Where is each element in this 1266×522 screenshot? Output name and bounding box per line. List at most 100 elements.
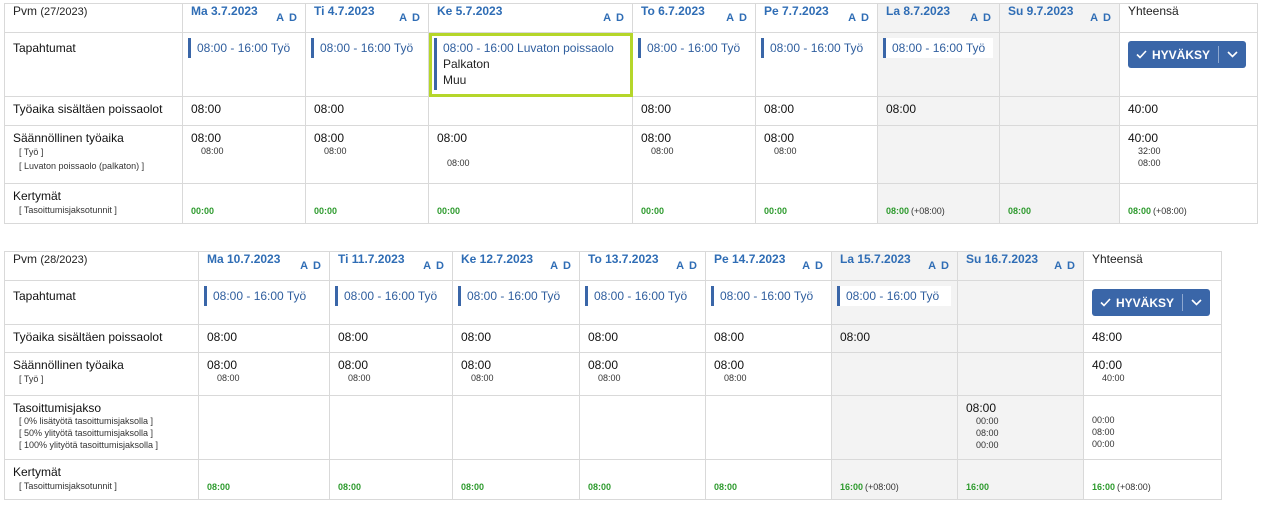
day-link[interactable]: Su 9.7.2023: [1000, 4, 1073, 18]
event-item[interactable]: 08:00 - 16:00 Työ: [458, 286, 573, 306]
d-button[interactable]: D: [616, 12, 624, 24]
d-button[interactable]: D: [861, 12, 869, 24]
d-button[interactable]: D: [563, 260, 571, 272]
value-cell: 08:00: [338, 358, 369, 372]
day-link[interactable]: Ke 12.7.2023: [453, 252, 533, 266]
a-button[interactable]: A: [970, 12, 978, 24]
sub-value: 08:00: [201, 146, 224, 156]
event-item[interactable]: 08:00 - 16:00 Työ: [638, 38, 749, 58]
day-link[interactable]: Su 16.7.2023: [958, 252, 1038, 266]
kertyma-value: 00:00: [437, 206, 461, 216]
approve-label: HYVÄKSY: [1152, 47, 1211, 62]
sub-value: 00:00: [976, 416, 999, 426]
week-28-table: Pvm (28/2023) Ma 10.7.2023 A D Ti 11.7.202…: [4, 251, 1222, 500]
event-item[interactable]: 08:00 - 16:00 Työ: [188, 38, 299, 58]
a-button[interactable]: A: [423, 260, 431, 272]
event-item[interactable]: 08:00 - 16:00 Työ: [585, 286, 699, 306]
event-item[interactable]: 08:00 - 16:00 Työ: [711, 286, 825, 306]
a-button[interactable]: A: [1090, 12, 1098, 24]
selected-day-cell[interactable]: 08:00 - 16:00 Luvaton poissaolo Palkaton M…: [428, 32, 633, 97]
event-item[interactable]: 08:00 - 16:00 Työ: [204, 286, 323, 306]
row-label: Säännöllinen työaika: [13, 358, 124, 372]
value-cell: 08:00: [314, 102, 345, 116]
kertyma-value: 16:00: [840, 482, 864, 492]
day-link[interactable]: Pe 14.7.2023: [706, 252, 785, 266]
sub-value: 08:00: [724, 373, 747, 383]
day-link[interactable]: Ma 10.7.2023: [199, 252, 280, 266]
week-27-table: Pvm (27/2023) Ma 3.7.2023 A D Ti 4.7.2023 A…: [4, 3, 1258, 224]
event-item[interactable]: 08:00 - 16:00 Työ: [761, 38, 871, 58]
tyoaika-row: Työaika sisältäen poissaolot 08:00 08:00…: [4, 324, 1222, 353]
day-link[interactable]: To 13.7.2023: [580, 252, 659, 266]
a-button[interactable]: A: [1054, 260, 1062, 272]
a-button[interactable]: A: [603, 12, 611, 24]
event-item[interactable]: 08:00 - 16:00 Työ: [335, 286, 446, 306]
value-cell: 08:00: [641, 131, 672, 145]
d-button[interactable]: D: [689, 260, 697, 272]
kertymat-row: Kertymät [ Tasoittumisjaksotunnit ] 08:00…: [4, 459, 1222, 500]
value-cell: [1000, 97, 1119, 102]
week-number: (27/2023): [40, 6, 88, 18]
row-label: Säännöllinen työaika: [13, 131, 124, 145]
day-link[interactable]: Ti 4.7.2023: [306, 4, 375, 18]
day-link[interactable]: Pe 7.7.2023: [756, 4, 829, 18]
a-button[interactable]: A: [276, 12, 284, 24]
kertymat-row: Kertymät [ Tasoittumisjaksotunnit ] 00:00…: [4, 183, 1258, 224]
day-header: Ti 4.7.2023 A D: [305, 3, 429, 33]
a-button[interactable]: A: [848, 12, 856, 24]
total-value: 48:00: [1092, 330, 1123, 344]
tasoittumis-row: Tasoittumisjakso[ 0% lisätyötä tasoittum…: [4, 395, 1222, 460]
value-cell: 08:00: [714, 330, 745, 344]
day-link[interactable]: La 8.7.2023: [878, 4, 950, 18]
d-button[interactable]: D: [412, 12, 420, 24]
row-label: Tasoittumisjakso: [13, 401, 102, 415]
event-item[interactable]: 08:00 - 16:00 Luvaton poissaolo Palkaton M…: [434, 38, 626, 90]
check-icon: [1100, 298, 1111, 307]
value-cell: 08:00: [314, 131, 345, 145]
d-button[interactable]: D: [1067, 260, 1075, 272]
a-button[interactable]: A: [550, 260, 558, 272]
week-number: (28/2023): [40, 254, 88, 266]
event-item[interactable]: 08:00 - 16:00 Työ: [837, 286, 951, 306]
d-button[interactable]: D: [739, 12, 747, 24]
a-button[interactable]: A: [928, 260, 936, 272]
value-cell: 08:00: [207, 358, 238, 372]
value-cell: 08:00: [588, 358, 619, 372]
day-link[interactable]: La 15.7.2023: [832, 252, 911, 266]
approve-button[interactable]: HYVÄKSY: [1128, 41, 1247, 68]
day-link[interactable]: To 6.7.2023: [633, 4, 705, 18]
event-item[interactable]: 08:00 - 16:00 Työ: [311, 38, 422, 58]
day-link[interactable]: Ti 11.7.2023: [330, 252, 405, 266]
day-header: To 6.7.2023 A D: [632, 3, 756, 33]
a-button[interactable]: A: [676, 260, 684, 272]
d-button[interactable]: D: [815, 260, 823, 272]
day-header: Pe 7.7.2023 A D: [755, 3, 878, 33]
d-button[interactable]: D: [436, 260, 444, 272]
d-button[interactable]: D: [941, 260, 949, 272]
event-item[interactable]: 08:00 - 16:00 Työ: [883, 38, 993, 58]
approve-dropdown[interactable]: [1219, 41, 1246, 68]
d-button[interactable]: D: [983, 12, 991, 24]
value-cell: [958, 325, 1083, 330]
a-button[interactable]: A: [399, 12, 407, 24]
a-button[interactable]: A: [802, 260, 810, 272]
row-sublabel: [ Tasoittumisjaksotunnit ]: [19, 205, 117, 215]
sub-value: 08:00: [774, 146, 797, 156]
d-button[interactable]: D: [1103, 12, 1111, 24]
d-button[interactable]: D: [313, 260, 321, 272]
a-button[interactable]: A: [300, 260, 308, 272]
pvm-cell: Pvm (27/2023): [4, 3, 183, 33]
approve-button[interactable]: HYVÄKSY: [1092, 289, 1211, 316]
row-label: Työaika sisältäen poissaolot: [13, 102, 163, 116]
check-icon: [1136, 50, 1147, 59]
row-label: Tapahtumat: [13, 41, 76, 55]
day-link[interactable]: Ke 5.7.2023: [429, 4, 502, 18]
saannollinen-row: Säännöllinen työaika [ Työ ] [ Luvaton poi…: [4, 125, 1258, 184]
kertyma-delta: (+08:00): [911, 206, 945, 216]
day-link[interactable]: Ma 3.7.2023: [183, 4, 258, 18]
d-button[interactable]: D: [289, 12, 297, 24]
sub-value: 08:00: [324, 146, 347, 156]
row-sublabel: [ Työ ]: [19, 374, 44, 384]
approve-dropdown[interactable]: [1183, 289, 1210, 316]
a-button[interactable]: A: [726, 12, 734, 24]
